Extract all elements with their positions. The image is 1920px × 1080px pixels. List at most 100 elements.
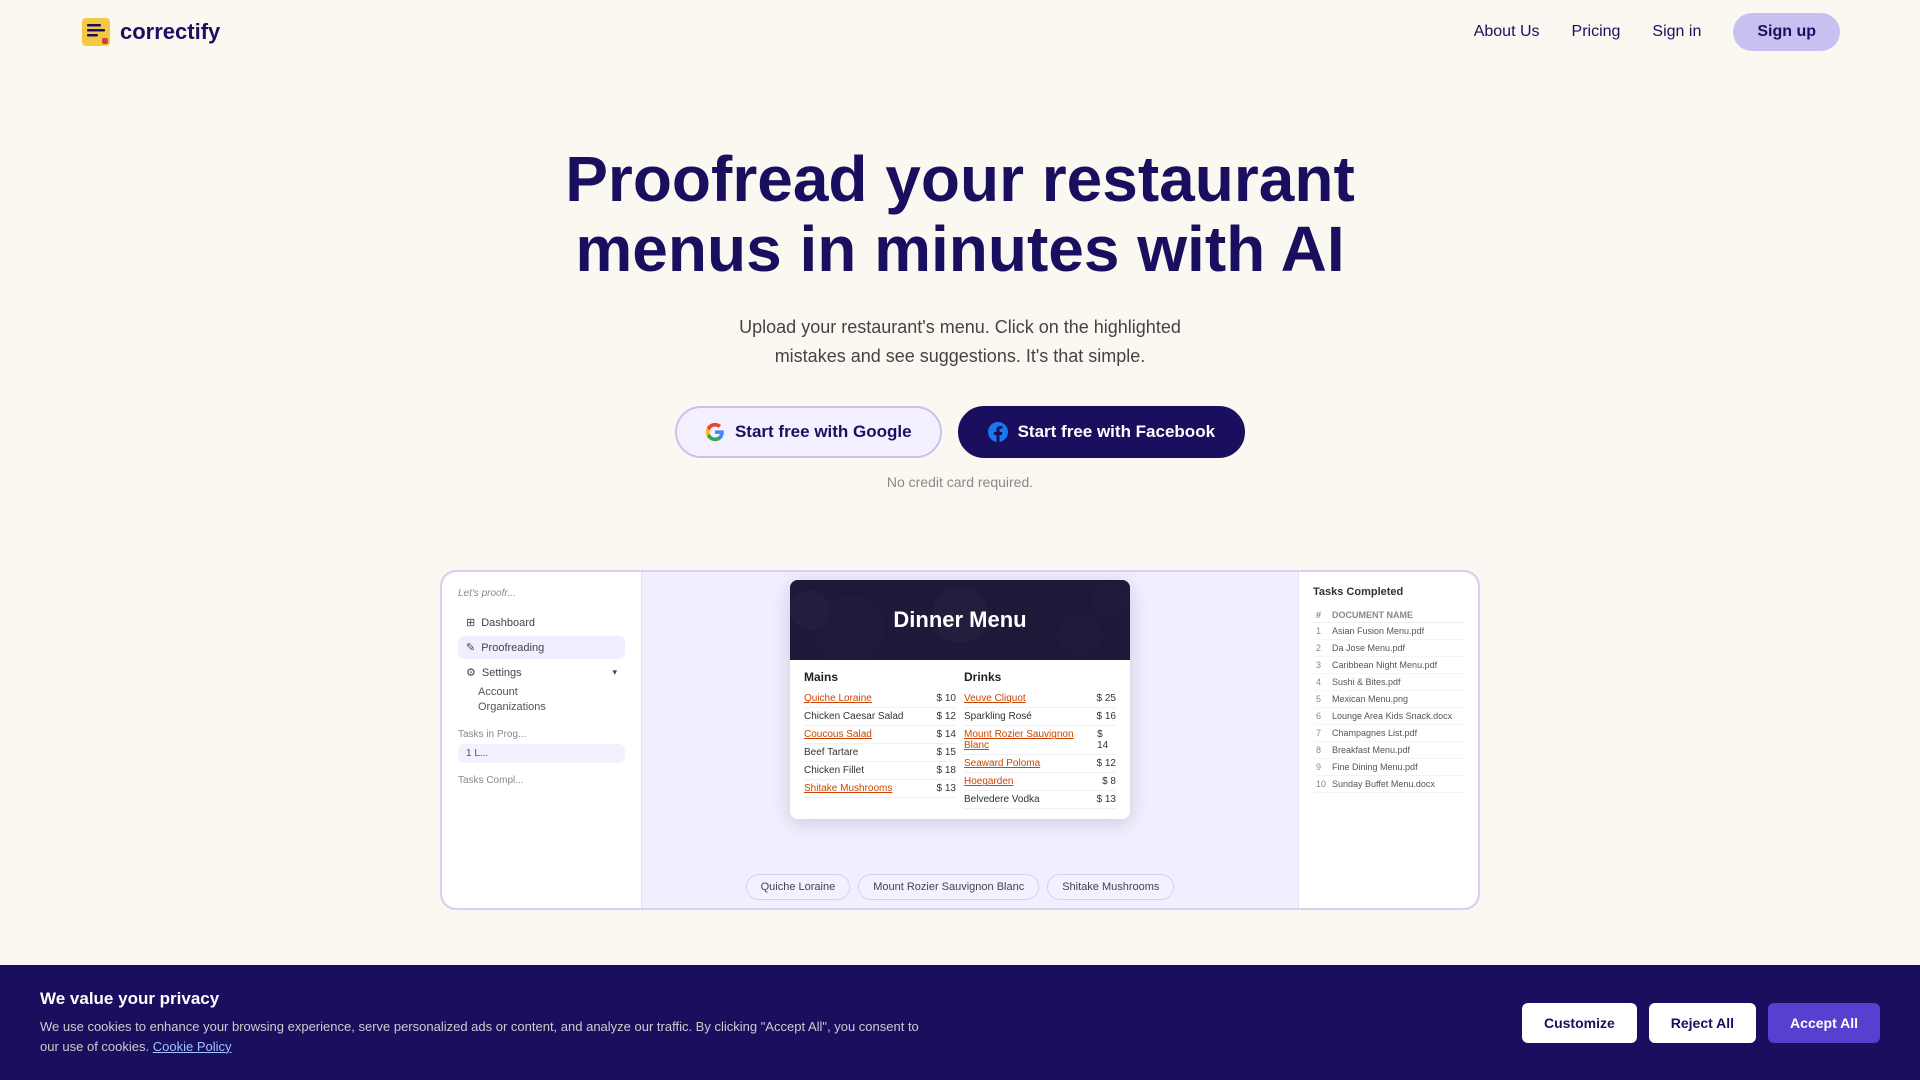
- mains-header: Mains: [804, 670, 956, 684]
- col-name: DOCUMENT NAME: [1329, 608, 1464, 623]
- table-row: 1Asian Fusion Menu.pdf: [1313, 623, 1464, 640]
- drink-item-2: Mount Rozier Sauvignon Blanc: [964, 729, 1097, 751]
- hero-title: Proofread your restaurant menus in minut…: [560, 144, 1360, 285]
- row-name: Sunday Buffet Menu.docx: [1329, 776, 1464, 793]
- drink-item-0: Veuve Cliquot: [964, 693, 1026, 704]
- row-num: 4: [1313, 674, 1329, 691]
- row-name: Mexican Menu.png: [1329, 691, 1464, 708]
- tasks-table: # DOCUMENT NAME 1Asian Fusion Menu.pdf2D…: [1313, 608, 1464, 793]
- logo-text: correctify: [120, 19, 220, 45]
- left-tasks-complete: Tasks Compl...: [458, 775, 625, 786]
- row-num: 3: [1313, 657, 1329, 674]
- center-menu-panel: Dinner Menu Mains Quiche Loraine$ 10 Chi…: [790, 580, 1130, 819]
- left-panel: Let's proofr... ⊞ Dashboard ✎ Proofreadi…: [442, 572, 642, 908]
- menu-tags: Quiche Loraine Mount Rozier Sauvignon Bl…: [750, 874, 1170, 900]
- logo-link[interactable]: correctify: [80, 16, 220, 48]
- left-nav-settings[interactable]: ⚙ Settings ▾: [458, 661, 625, 684]
- nav-links: About Us Pricing Sign in Sign up: [1474, 13, 1840, 51]
- dashboard-icon: ⊞: [466, 616, 475, 629]
- reject-all-button[interactable]: Reject All: [1649, 1003, 1756, 1043]
- drink-price-4: $ 8: [1102, 776, 1116, 787]
- main-price-5: $ 13: [937, 783, 956, 794]
- menu-row: Mount Rozier Sauvignon Blanc$ 14: [964, 726, 1116, 755]
- menu-row: Beef Tartare$ 15: [804, 744, 956, 762]
- hero-subtitle: Upload your restaurant's menu. Click on …: [710, 313, 1210, 371]
- row-name: Asian Fusion Menu.pdf: [1329, 623, 1464, 640]
- drink-price-5: $ 13: [1097, 794, 1116, 805]
- hero-buttons: Start free with Google Start free with F…: [20, 406, 1900, 458]
- row-name: Caribbean Night Menu.pdf: [1329, 657, 1464, 674]
- menu-columns: Mains Quiche Loraine$ 10 Chicken Caesar …: [804, 670, 1116, 809]
- row-num: 6: [1313, 708, 1329, 725]
- facebook-button-label: Start free with Facebook: [1018, 422, 1215, 442]
- left-tasks-in-progress: Tasks in Prog...: [458, 729, 625, 740]
- settings-icon: ⚙: [466, 666, 476, 679]
- row-name: Breakfast Menu.pdf: [1329, 742, 1464, 759]
- accept-all-button[interactable]: Accept All: [1768, 1003, 1880, 1043]
- settings-chevron: ▾: [612, 667, 617, 678]
- row-name: Champagnes List.pdf: [1329, 725, 1464, 742]
- menu-header-image: Dinner Menu: [790, 580, 1130, 660]
- row-num: 8: [1313, 742, 1329, 759]
- main-price-2: $ 14: [937, 729, 956, 740]
- left-nav-dashboard[interactable]: ⊞ Dashboard: [458, 611, 625, 634]
- nav-pricing[interactable]: Pricing: [1572, 23, 1621, 41]
- left-sub-account[interactable]: Account: [458, 686, 625, 698]
- row-num: 9: [1313, 759, 1329, 776]
- google-button-label: Start free with Google: [735, 422, 912, 442]
- main-item-1: Chicken Caesar Salad: [804, 711, 904, 722]
- table-row: 2Da Jose Menu.pdf: [1313, 640, 1464, 657]
- left-nav-proofreading[interactable]: ✎ Proofreading: [458, 636, 625, 659]
- menu-tag-2: Shitake Mushrooms: [1047, 874, 1174, 900]
- table-row: 3Caribbean Night Menu.pdf: [1313, 657, 1464, 674]
- table-row: 8Breakfast Menu.pdf: [1313, 742, 1464, 759]
- left-sub-organizations[interactable]: Organizations: [458, 701, 625, 713]
- main-price-0: $ 10: [937, 693, 956, 704]
- navbar: correctify About Us Pricing Sign in Sign…: [0, 0, 1920, 64]
- facebook-icon: [988, 422, 1008, 442]
- start-facebook-button[interactable]: Start free with Facebook: [958, 406, 1245, 458]
- google-icon: [705, 422, 725, 442]
- nav-about-us[interactable]: About Us: [1474, 23, 1540, 41]
- dashboard-label: Dashboard: [481, 617, 535, 629]
- logo-icon: [80, 16, 112, 48]
- customize-button[interactable]: Customize: [1522, 1003, 1637, 1043]
- menu-body: Mains Quiche Loraine$ 10 Chicken Caesar …: [790, 660, 1130, 819]
- menu-row: Seaward Poloma$ 12: [964, 755, 1116, 773]
- menu-row: Chicken Fillet$ 18: [804, 762, 956, 780]
- drink-price-3: $ 12: [1097, 758, 1116, 769]
- nav-signup-button[interactable]: Sign up: [1733, 13, 1840, 51]
- menu-tag-0: Quiche Loraine: [746, 874, 851, 900]
- row-name: Lounge Area Kids Snack.docx: [1329, 708, 1464, 725]
- table-row: 9Fine Dining Menu.pdf: [1313, 759, 1464, 776]
- drink-item-1: Sparkling Rosé: [964, 711, 1032, 722]
- drink-price-0: $ 25: [1097, 693, 1116, 704]
- proofreading-icon: ✎: [466, 641, 475, 654]
- drink-price-1: $ 16: [1097, 711, 1116, 722]
- cookie-policy-link[interactable]: Cookie Policy: [153, 1039, 232, 1054]
- main-price-1: $ 12: [937, 711, 956, 722]
- mains-column: Mains Quiche Loraine$ 10 Chicken Caesar …: [804, 670, 956, 809]
- drinks-column: Drinks Veuve Cliquot $ 25 Sparkling Rosé $…: [964, 670, 1116, 809]
- row-name: Fine Dining Menu.pdf: [1329, 759, 1464, 776]
- row-num: 10: [1313, 776, 1329, 793]
- right-panel-header: Tasks Completed: [1313, 586, 1464, 598]
- menu-row: Shitake Mushrooms$ 13: [804, 780, 956, 798]
- menu-row: Veuve Cliquot $ 25: [964, 690, 1116, 708]
- row-num: 7: [1313, 725, 1329, 742]
- main-item-2: Coucous Salad: [804, 729, 872, 740]
- menu-tag-1: Mount Rozier Sauvignon Blanc: [858, 874, 1039, 900]
- menu-row: Hoegarden$ 8: [964, 773, 1116, 791]
- right-panel: Tasks Completed # DOCUMENT NAME 1Asian F…: [1298, 572, 1478, 908]
- row-name: Da Jose Menu.pdf: [1329, 640, 1464, 657]
- main-item-3: Beef Tartare: [804, 747, 858, 758]
- drink-price-2: $ 14: [1097, 729, 1116, 751]
- start-google-button[interactable]: Start free with Google: [675, 406, 942, 458]
- nav-signin[interactable]: Sign in: [1652, 23, 1701, 41]
- table-row: 7Champagnes List.pdf: [1313, 725, 1464, 742]
- row-num: 5: [1313, 691, 1329, 708]
- table-row: 10Sunday Buffet Menu.docx: [1313, 776, 1464, 793]
- table-row: 4Sushi & Bites.pdf: [1313, 674, 1464, 691]
- drinks-header: Drinks: [964, 670, 1116, 684]
- main-price-4: $ 18: [937, 765, 956, 776]
